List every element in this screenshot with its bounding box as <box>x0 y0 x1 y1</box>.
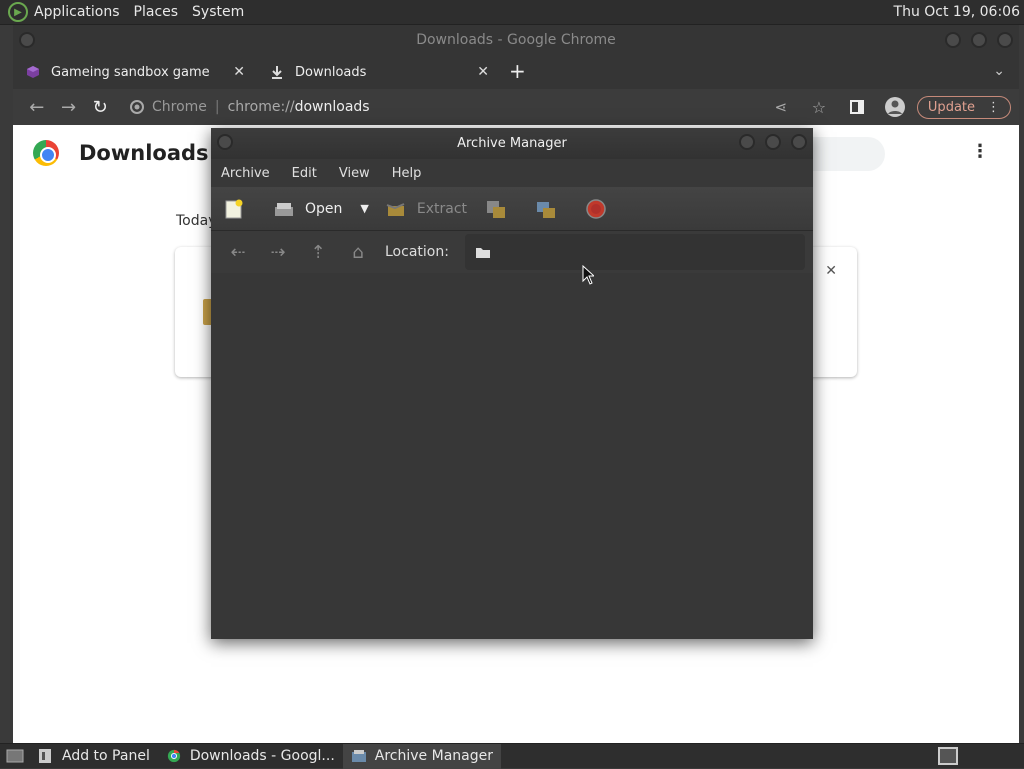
extract-label: Extract <box>416 200 468 217</box>
archive-file-list[interactable] <box>211 273 813 639</box>
desktop-icon <box>6 749 24 763</box>
system-logo-icon[interactable]: ▶ <box>8 2 28 22</box>
bottom-panel: Add to Panel Downloads - Googl... Archiv… <box>0 743 1024 769</box>
archive-manager-icon <box>351 750 366 762</box>
omnibox-url-host: chrome:// <box>227 99 295 115</box>
update-label: Update <box>927 99 976 115</box>
chevron-down-icon: ▼ <box>360 202 369 215</box>
bookmark-star-icon[interactable]: ☆ <box>803 91 835 123</box>
tab-downloads[interactable]: Downloads ✕ <box>257 55 501 89</box>
remove-download-icon[interactable]: ✕ <box>825 263 837 279</box>
menu-view[interactable]: View <box>339 166 370 181</box>
menubar: Archive Edit View Help <box>211 159 813 187</box>
chrome-site-icon <box>129 100 144 114</box>
show-desktop-button[interactable] <box>0 744 30 769</box>
reload-button[interactable]: ↻ <box>84 91 116 123</box>
menu-applications[interactable]: Applications <box>34 4 120 20</box>
omnibox-separator: | <box>214 99 220 115</box>
window-menu-button[interactable] <box>217 134 233 150</box>
menu-system[interactable]: System <box>192 4 244 20</box>
tab-close-icon[interactable]: ✕ <box>477 64 489 80</box>
archive-manager-titlebar[interactable]: Archive Manager <box>211 128 813 159</box>
chrome-icon <box>167 749 180 763</box>
back-button[interactable]: ← <box>21 91 53 123</box>
page-more-menu-icon[interactable]: ⋮ <box>971 141 989 162</box>
extract-button[interactable]: Extract <box>385 199 467 219</box>
new-tab-button[interactable]: + <box>509 59 526 83</box>
tab-label: Gameing sandbox game <box>51 64 210 80</box>
tab-label: Downloads <box>295 64 367 80</box>
maximize-button[interactable] <box>765 134 781 150</box>
window-menu-button[interactable] <box>19 32 35 48</box>
page-title: Downloads <box>79 141 209 165</box>
minimize-button[interactable] <box>739 134 755 150</box>
update-button[interactable]: Update ⋮ <box>916 95 1012 119</box>
share-icon[interactable]: ⋖ <box>765 91 797 123</box>
clock[interactable]: Thu Oct 19, 06:06 <box>894 4 1020 20</box>
up-arrow-icon[interactable]: ⇡ <box>303 242 333 263</box>
omnibox-scheme-label: Chrome <box>151 99 207 115</box>
taskbar-archive-manager[interactable]: Archive Manager <box>342 743 501 769</box>
close-button[interactable] <box>997 32 1013 48</box>
archive-toolbar: Open ▼ Extract <box>211 187 813 231</box>
panel-icon <box>39 749 51 763</box>
tab-gameing-sandbox[interactable]: Gameing sandbox game ✕ <box>13 55 257 89</box>
new-archive-icon <box>225 199 243 218</box>
forward-button[interactable]: → <box>53 91 85 123</box>
maximize-button[interactable] <box>971 32 987 48</box>
taskbar-item-label: Downloads - Googl... <box>189 748 335 764</box>
taskbar-item-label: Add to Panel <box>62 748 150 764</box>
open-label: Open <box>305 200 343 217</box>
mouse-cursor-icon <box>582 265 594 285</box>
menu-archive[interactable]: Archive <box>221 166 270 181</box>
folder-icon <box>475 247 490 258</box>
location-bar: ⇠ ⇢ ⇡ ⌂ Location: <box>211 231 813 273</box>
open-archive-icon <box>275 202 293 216</box>
open-dropdown-button[interactable]: ▼ <box>360 202 368 215</box>
menu-edit[interactable]: Edit <box>292 166 317 181</box>
download-icon <box>269 64 285 80</box>
minimize-button[interactable] <box>945 32 961 48</box>
chrome-titlebar[interactable]: Downloads - Google Chrome <box>13 25 1019 55</box>
tab-close-icon[interactable]: ✕ <box>233 64 245 80</box>
add-folder-icon <box>537 201 556 218</box>
cube-icon <box>25 64 41 80</box>
open-button[interactable]: Open <box>273 199 342 219</box>
toolbar-right: ⋖ ☆ Update ⋮ <box>765 91 1012 123</box>
workspace-switcher[interactable] <box>938 747 958 765</box>
omnibox-url-path: downloads <box>294 99 370 115</box>
back-arrow-icon[interactable]: ⇠ <box>223 242 253 263</box>
profile-avatar-icon[interactable] <box>879 91 911 123</box>
archive-manager-window: Archive Manager Archive Edit View Help O… <box>211 128 813 639</box>
home-icon[interactable]: ⌂ <box>343 242 373 263</box>
top-panel: ▶ Applications Places System Thu Oct 19,… <box>0 0 1024 25</box>
taskbar-add-to-panel[interactable]: Add to Panel <box>30 744 158 769</box>
taskbar-item-label: Archive Manager <box>374 748 493 764</box>
chrome-toolbar: ← → ↻ Chrome | chrome://downloads ⋖ ☆ Up… <box>13 89 1019 125</box>
add-files-button[interactable] <box>485 199 517 219</box>
location-field[interactable] <box>464 234 805 270</box>
stop-button[interactable] <box>585 198 617 219</box>
tab-search-chevron-icon[interactable]: ⌄ <box>993 63 1005 79</box>
stop-icon <box>586 198 606 219</box>
menu-places[interactable]: Places <box>134 4 179 20</box>
chrome-window-title: Downloads - Google Chrome <box>416 32 616 48</box>
more-menu-icon[interactable]: ⋮ <box>987 100 1000 115</box>
archive-manager-title: Archive Manager <box>457 136 567 151</box>
side-panel-icon[interactable] <box>841 91 873 123</box>
chrome-logo-icon <box>33 140 59 166</box>
close-button[interactable] <box>791 134 807 150</box>
location-label: Location: <box>385 244 449 260</box>
omnibox[interactable]: Chrome | chrome://downloads <box>122 93 765 121</box>
add-files-icon <box>487 200 506 218</box>
extract-icon <box>386 202 405 216</box>
new-archive-button[interactable] <box>223 199 255 219</box>
taskbar-chrome[interactable]: Downloads - Googl... <box>158 744 343 769</box>
menu-help[interactable]: Help <box>392 166 422 181</box>
tab-strip: Gameing sandbox game ✕ Downloads ✕ + ⌄ <box>13 55 1019 89</box>
forward-arrow-icon[interactable]: ⇢ <box>263 242 293 263</box>
add-folder-button[interactable] <box>535 199 567 219</box>
